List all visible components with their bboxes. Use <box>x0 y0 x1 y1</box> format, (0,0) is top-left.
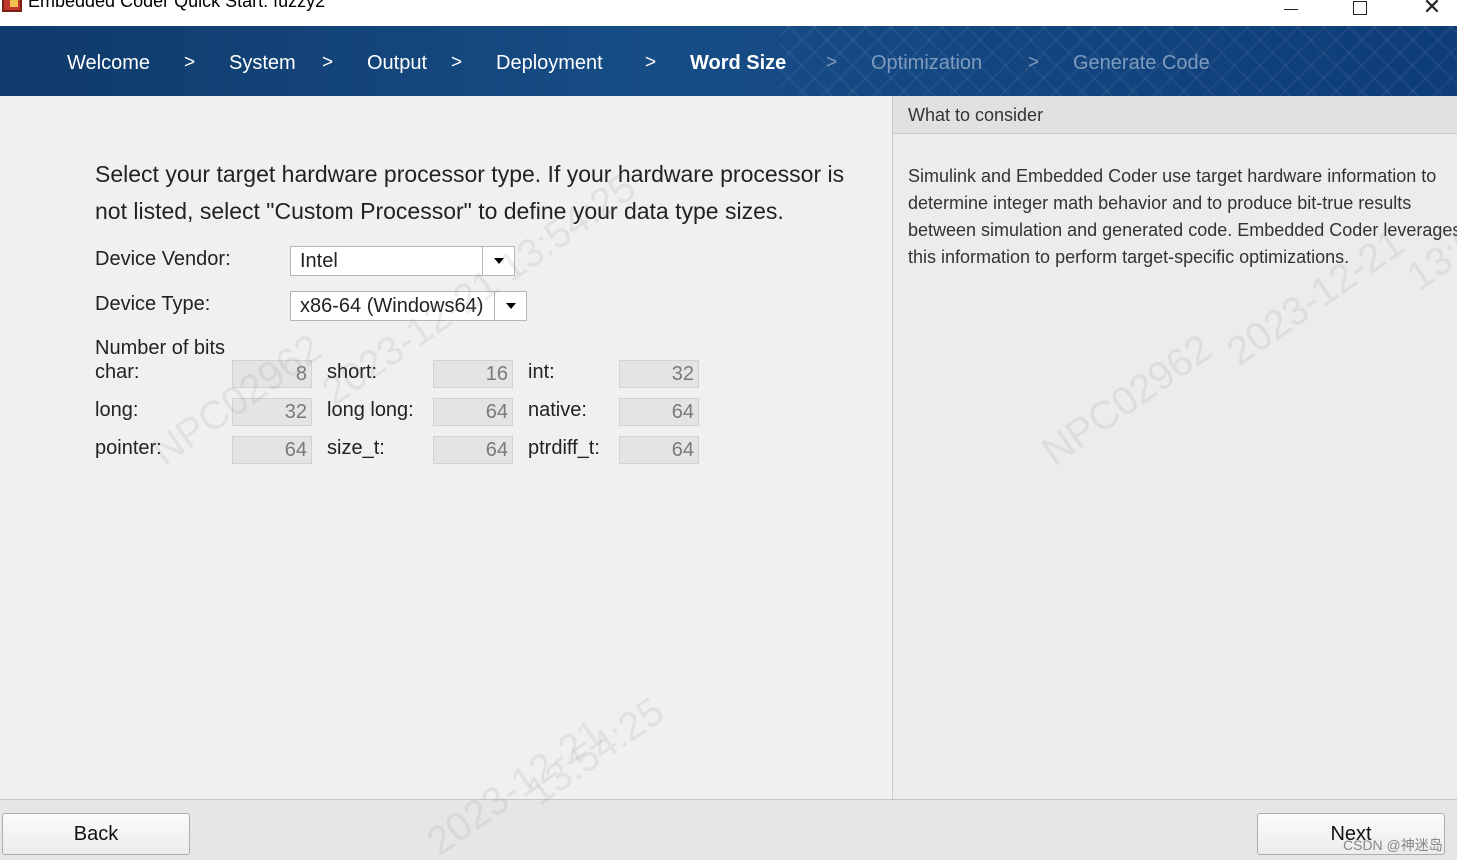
long-bits-field: 32 <box>232 398 312 426</box>
steps-banner: Welcome > System > Output > Deployment >… <box>0 26 1457 96</box>
step-output[interactable]: Output <box>367 52 427 75</box>
pointer-bits-field: 64 <box>232 436 312 464</box>
device-type-select[interactable]: x86-64 (Windows64) <box>290 291 527 321</box>
close-icon: ✕ <box>1422 0 1442 19</box>
main-panel: Select your target hardware processor ty… <box>0 96 892 799</box>
ptrdiff-t-bits-field: 64 <box>619 436 699 464</box>
char-label: char: <box>95 361 140 383</box>
close-button[interactable]: ✕ <box>1409 0 1455 20</box>
window-title: Embedded Coder Quick Start: fuzzy2 <box>28 0 326 11</box>
char-bits-field: 8 <box>232 360 312 388</box>
chevron-down-icon[interactable] <box>494 292 526 320</box>
what-to-consider-heading: What to consider <box>893 96 1457 134</box>
chevron-down-icon[interactable] <box>482 247 514 275</box>
minimize-button[interactable] <box>1268 0 1314 20</box>
int-bits-field: 32 <box>619 360 699 388</box>
step-separator: > <box>184 52 196 73</box>
step-deployment[interactable]: Deployment <box>496 52 603 75</box>
bits-heading: Number of bits <box>95 337 226 359</box>
step-welcome[interactable]: Welcome <box>67 52 150 75</box>
device-type-value: x86-64 (Windows64) <box>300 294 484 317</box>
quick-start-window: Embedded Coder Quick Start: fuzzy2 ✕ Wel… <box>0 0 1457 860</box>
csdn-watermark: CSDN @神迷岛 <box>1343 837 1443 853</box>
maximize-icon <box>1353 1 1367 15</box>
native-label: native: <box>528 399 587 421</box>
step-separator: > <box>322 52 334 73</box>
size-t-label: size_t: <box>327 437 385 459</box>
step-separator: > <box>1028 52 1040 73</box>
size-t-bits-field: 64 <box>433 436 513 464</box>
device-vendor-label: Device Vendor: <box>95 248 231 270</box>
what-to-consider-text: Simulink and Embedded Coder use target h… <box>908 166 1457 267</box>
step-generate-code: Generate Code <box>1073 52 1210 74</box>
native-bits-field: 64 <box>619 398 699 426</box>
device-type-label: Device Type: <box>95 293 211 315</box>
long-long-bits-field: 64 <box>433 398 513 426</box>
pointer-label: pointer: <box>95 437 162 459</box>
step-optimization: Optimization <box>871 52 983 74</box>
step-separator: > <box>451 52 463 73</box>
step-word-size[interactable]: Word Size <box>690 52 786 75</box>
intro-text: Select your target hardware processor ty… <box>95 161 845 224</box>
minimize-icon <box>1284 8 1298 10</box>
long-long-label: long long: <box>327 399 414 421</box>
device-vendor-select[interactable]: Intel <box>290 246 515 276</box>
title-bar: Embedded Coder Quick Start: fuzzy2 ✕ <box>0 0 1457 26</box>
footer-bar: Back Next <box>0 799 1457 860</box>
ptrdiff-t-label: ptrdiff_t: <box>528 437 600 459</box>
step-system[interactable]: System <box>229 52 296 75</box>
maximize-button[interactable] <box>1337 0 1383 20</box>
short-label: short: <box>327 361 378 383</box>
step-separator: > <box>826 52 838 73</box>
short-bits-field: 16 <box>433 360 513 388</box>
what-to-consider-panel: What to consider Simulink and Embedded C… <box>892 96 1457 799</box>
long-label: long: <box>95 399 139 421</box>
device-vendor-value: Intel <box>300 249 338 272</box>
step-separator: > <box>645 52 657 73</box>
back-button[interactable]: Back <box>2 813 190 855</box>
matlab-app-icon <box>2 0 22 12</box>
int-label: int: <box>528 361 555 383</box>
